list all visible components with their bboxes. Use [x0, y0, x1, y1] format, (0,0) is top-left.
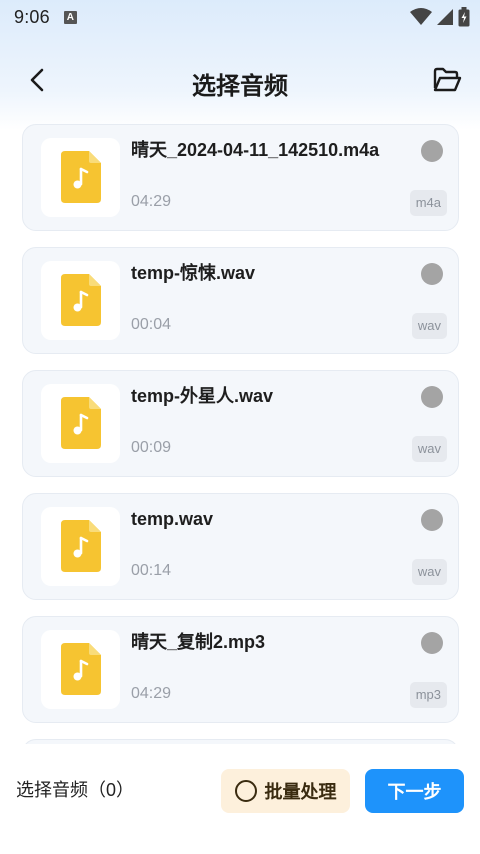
page-title: 选择音频 [192, 73, 288, 100]
batch-process-button[interactable]: 批量处理 [221, 769, 350, 813]
wifi-icon [410, 8, 432, 25]
file-extension-badge: m4a [409, 190, 447, 216]
audio-file-card[interactable]: temp-外星人.wav 00:09 wav [22, 370, 459, 477]
music-file-icon [61, 643, 101, 695]
file-name: 晴天_2024-04-11_142510.m4a [131, 140, 380, 160]
file-thumbnail [41, 630, 120, 709]
audio-file-card[interactable]: 晴天_2024-04-11_142510.m4a 04:29 m4a [22, 124, 459, 231]
music-file-icon [61, 274, 101, 326]
select-radio[interactable] [421, 632, 443, 654]
status-time: 9:06 [14, 6, 50, 27]
select-radio[interactable] [421, 509, 443, 531]
status-bar: 9:06 A [0, 0, 480, 34]
file-name: temp.wav [131, 509, 214, 529]
file-extension-badge: mp3 [409, 682, 447, 708]
music-file-icon [61, 520, 101, 572]
file-duration: 00:14 [131, 562, 172, 579]
status-icons [410, 7, 470, 27]
signal-icon [437, 9, 453, 25]
audio-file-card[interactable]: temp-惊悚.wav 00:04 wav [22, 247, 459, 354]
file-extension-badge: wav [411, 559, 447, 585]
battery-icon [458, 7, 470, 27]
audio-file-list[interactable]: 晴天_2024-04-11_142510.m4a 04:29 m4a temp-… [0, 118, 480, 744]
file-thumbnail [41, 138, 120, 217]
file-name: 晴天_复制2.mp3 [131, 632, 266, 652]
audio-file-card[interactable]: temp.wav 00:14 wav [22, 493, 459, 600]
file-thumbnail [41, 507, 120, 586]
file-name: temp-惊悚.wav [131, 263, 256, 283]
app-header: 选择音频 [0, 56, 480, 104]
select-radio[interactable] [421, 386, 443, 408]
file-duration: 00:09 [131, 439, 172, 456]
file-name: temp-外星人.wav [131, 386, 274, 406]
folder-icon [433, 67, 462, 92]
music-file-icon [61, 397, 101, 449]
audio-file-card[interactable]: 晴天_复制2.mp3 04:29 mp3 [22, 616, 459, 723]
select-radio[interactable] [421, 263, 443, 285]
next-step-button[interactable]: 下一步 [365, 769, 464, 813]
notification-icon: A [63, 10, 77, 24]
file-duration: 04:29 [131, 193, 172, 210]
folder-button[interactable] [432, 66, 462, 94]
select-radio[interactable] [421, 140, 443, 162]
batch-process-label: 批量处理 [264, 782, 337, 802]
file-extension-badge: wav [411, 313, 447, 339]
music-file-icon [61, 151, 101, 203]
file-thumbnail [41, 261, 120, 340]
file-duration: 00:04 [131, 316, 172, 333]
file-duration: 04:29 [131, 685, 172, 702]
file-extension-badge: wav [411, 436, 447, 462]
file-thumbnail [41, 384, 120, 463]
bottom-action-bar: 选择音频（0） 批量处理 下一步 [0, 744, 480, 854]
batch-select-circle-icon [234, 780, 257, 802]
selected-count-label: 选择音频（0） [16, 780, 135, 800]
